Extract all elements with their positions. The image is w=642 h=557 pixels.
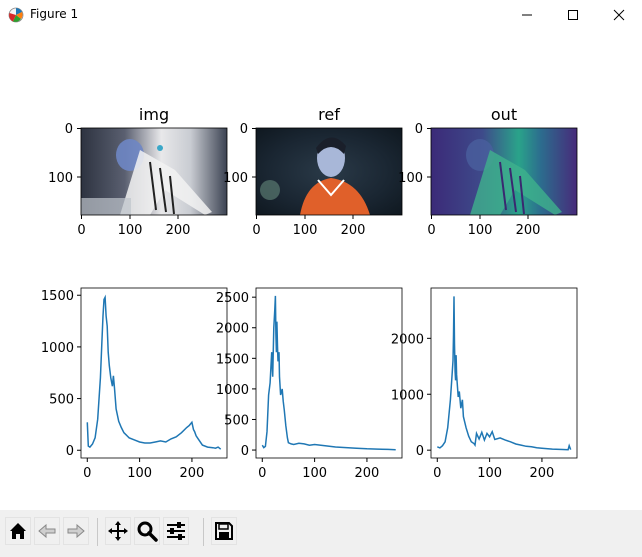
matplotlib-icon (8, 7, 24, 23)
figure-canvas[interactable]: img 0 100 200 0 100 ref 0 100 200 0 100 … (0, 30, 642, 510)
x-tick: 200 (166, 215, 191, 238)
home-icon (10, 523, 26, 539)
pan-move-icon (108, 521, 128, 541)
y-tick-label: 2000 (391, 332, 424, 347)
x-tick-label: 0 (83, 466, 91, 481)
svg-text:200: 200 (166, 223, 191, 238)
x-tick: 100 (293, 215, 318, 238)
x-tick-label: 100 (477, 466, 502, 481)
svg-text:0: 0 (252, 223, 260, 238)
configure-subplots-button[interactable] (163, 517, 189, 545)
svg-text:0: 0 (65, 122, 73, 137)
x-tick-label: 0 (258, 466, 266, 481)
svg-text:100: 100 (223, 171, 248, 186)
x-tick-label: 100 (302, 466, 327, 481)
y-tick: 100 (398, 171, 431, 186)
panel-title: ref (318, 105, 340, 124)
y-tick-label: 2000 (216, 322, 249, 337)
histogram-out: 0 100 200010002000 (391, 296, 572, 481)
y-tick: 0 (65, 122, 81, 137)
svg-text:200: 200 (516, 223, 541, 238)
x-tick: 200 (341, 215, 366, 238)
x-tick-label: 0 (433, 466, 441, 481)
histogram-layer: 0 100 2000500100015000 100 20005001000150020… (41, 289, 572, 481)
window-title: Figure 1 (30, 7, 79, 21)
svg-text:100: 100 (118, 223, 143, 238)
y-tick-label: 2500 (216, 291, 249, 306)
y-tick-label: 1000 (216, 383, 249, 398)
minimize-button[interactable] (504, 0, 550, 30)
maximize-icon (568, 10, 578, 20)
x-tick-label: 200 (355, 466, 380, 481)
svg-text:100: 100 (48, 171, 73, 186)
back-arrow-icon (38, 523, 56, 539)
forward-button[interactable] (63, 517, 89, 545)
image-panel-ref: ref 0 100 200 0 100 (223, 105, 403, 238)
home-button[interactable] (5, 517, 31, 545)
y-tick-label: 500 (224, 413, 249, 428)
series-line (437, 296, 572, 451)
zoom-button[interactable] (134, 517, 160, 545)
panel-title: out (491, 105, 517, 124)
y-tick-label: 0 (416, 444, 424, 459)
y-tick: 100 (48, 171, 81, 186)
x-tick: 0 (77, 215, 86, 238)
back-button[interactable] (34, 517, 60, 545)
toolbar-separator (97, 518, 98, 546)
navigation-toolbar (0, 510, 642, 557)
x-tick: 0 (252, 215, 261, 238)
forward-arrow-icon (67, 523, 85, 539)
histogram-img: 0 100 200 0 500 1000 1500 (41, 289, 222, 481)
save-button[interactable] (211, 517, 237, 545)
svg-text:0: 0 (77, 223, 85, 238)
figure-svg: img 0 100 200 0 100 ref 0 100 200 0 100 … (41, 105, 578, 481)
y-tick-label: 0 (66, 444, 74, 459)
image-img (81, 128, 227, 215)
series-line (86, 294, 222, 450)
image-out (431, 128, 577, 215)
y-tick: 100 (223, 171, 256, 186)
x-tick: 100 (468, 215, 493, 238)
svg-text:100: 100 (293, 223, 318, 238)
y-tick-label: 1500 (216, 352, 249, 367)
close-button[interactable] (596, 0, 642, 30)
svg-text:0: 0 (427, 223, 435, 238)
y-tick-label: 1000 (41, 341, 74, 356)
y-tick-label: 1000 (391, 388, 424, 403)
svg-text:100: 100 (468, 223, 493, 238)
svg-text:0: 0 (240, 122, 248, 137)
image-ref (256, 128, 402, 215)
x-tick: 0 (427, 215, 436, 238)
title-bar: Figure 1 (0, 0, 642, 30)
svg-text:200: 200 (341, 223, 366, 238)
image-panel-out: out 0 100 200 0 100 (398, 105, 578, 238)
maximize-button[interactable] (550, 0, 596, 30)
close-icon (613, 9, 625, 21)
y-tick: 0 (415, 122, 431, 137)
svg-text:0: 0 (415, 122, 423, 137)
x-tick-label: 100 (127, 466, 152, 481)
x-tick: 100 (118, 215, 143, 238)
histogram-ref: 0 100 20005001000150020002500 (216, 291, 396, 481)
panel-title: img (139, 105, 169, 124)
configure-subplots-icon (167, 522, 185, 540)
x-tick-label: 200 (530, 466, 555, 481)
y-tick: 0 (240, 122, 256, 137)
x-tick-label: 200 (180, 466, 205, 481)
save-disk-icon (215, 522, 233, 540)
toolbar-separator (203, 518, 204, 546)
pan-button[interactable] (105, 517, 131, 545)
x-tick: 200 (516, 215, 541, 238)
zoom-magnifier-icon (137, 521, 158, 542)
histogram-frame-ref (255, 287, 403, 459)
svg-text:100: 100 (398, 171, 423, 186)
minimize-icon (522, 14, 532, 16)
y-tick-label: 0 (241, 444, 249, 459)
y-tick-label: 500 (49, 393, 74, 408)
image-panel-img: img 0 100 200 0 100 (48, 105, 228, 238)
series-line (261, 295, 396, 451)
y-tick-label: 1500 (41, 289, 74, 304)
